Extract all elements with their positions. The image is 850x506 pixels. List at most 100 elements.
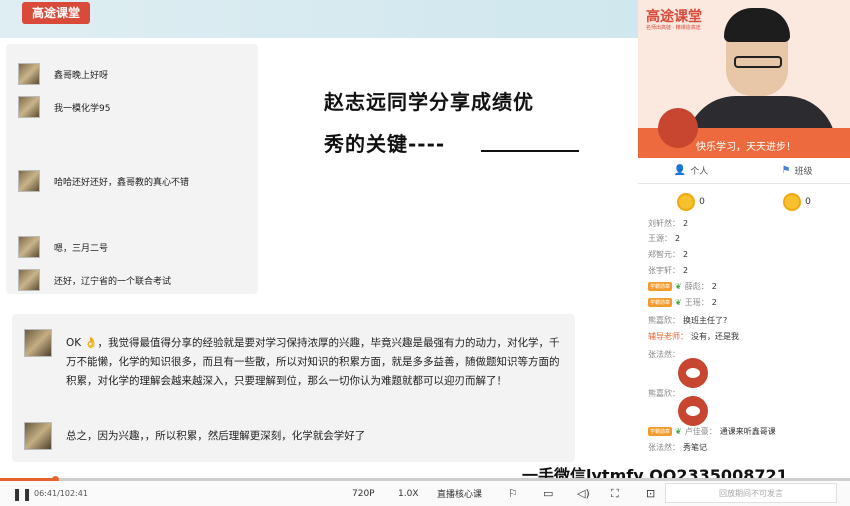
achievement-badge: 学霸勋章	[648, 427, 673, 436]
list-item: 学霸勋章 ❦ 薛彪： 2	[648, 281, 717, 292]
slide-title-line-1: 赵志远同学分享成绩优	[324, 90, 534, 114]
achievement-badge: 学霸勋章	[648, 282, 673, 291]
list-item: 王源： 2	[648, 233, 680, 244]
chat-name: 张法然：	[648, 443, 680, 452]
avatar	[24, 329, 52, 357]
chat-name: 卢佳豪：	[684, 427, 717, 436]
chat-input[interactable]: 回放期间不可发言	[665, 483, 837, 503]
chat-msg: 换班主任了?	[683, 316, 728, 325]
list-item: 学霸勋章 ❦ 王瑶： 2	[648, 297, 717, 308]
video-logo: 高途课堂	[646, 9, 702, 25]
summary-message-text: 总之，因为兴趣，，所以积累，然后理解更深刻，化学就会学好了	[66, 430, 366, 442]
mascot-sticker-icon	[678, 396, 708, 426]
list-item: 刘轩然： 2	[648, 218, 688, 229]
tab-label: 个人	[690, 167, 709, 177]
coin-counter-personal: 0	[638, 186, 744, 218]
slide-header-band	[0, 0, 638, 38]
chat-msg: 2	[683, 250, 689, 259]
chat-list[interactable]: 刘轩然： 2 王源： 2 郑智元： 2 张宇轩： 2 学霸勋章 ❦ 薛彪： 2 …	[638, 218, 850, 478]
chat-message: 哈哈还好还好，鑫哥教的真心不错	[18, 170, 194, 192]
volume-icon[interactable]: ◁)	[577, 481, 590, 506]
mascot-sticker-icon	[678, 358, 708, 388]
coin-value: 0	[699, 197, 705, 207]
side-tabs: 👤 个人 ⚑ 班级	[638, 158, 850, 184]
chat-text: 我一模化学95	[50, 98, 115, 116]
person-icon: 👤	[673, 165, 687, 176]
avatar	[18, 170, 40, 192]
time-readout: 06:41/102:41	[34, 489, 88, 498]
teacher-glasses	[734, 56, 782, 68]
chat-text: 哈哈还好还好，鑫哥教的真心不错	[50, 172, 194, 190]
chat-msg: 没有，还是我	[691, 332, 739, 341]
list-item: 张宇轩： 2	[648, 265, 688, 276]
leaf-icon: ❦	[675, 282, 682, 291]
flag-icon: ⚑	[781, 165, 791, 176]
chat-text: 还好，辽宁省的一个联合考试	[50, 271, 176, 289]
chat-msg: 2	[683, 219, 689, 228]
chat-name: 熊嘉欣：	[648, 316, 680, 325]
course-mode-button[interactable]: 直播核心课	[437, 481, 482, 506]
list-item: 学霸勋章 ❦ 卢佳豪： 通课来听鑫哥课	[648, 426, 776, 437]
tab-label: 班级	[794, 167, 813, 177]
bookmark-icon[interactable]: ⚐	[508, 481, 518, 506]
leaf-icon: ❦	[675, 298, 682, 307]
slide-title-line-2: 秀的关键----	[324, 132, 446, 156]
long-message-text: OK 👌，我觉得最值得分享的经验就是要对学习保持浓厚的兴趣，毕竟兴趣是最强有力的…	[66, 337, 560, 387]
list-item: 辅导老师： 没有，还是我	[648, 331, 739, 342]
chat-msg: 通课来听鑫哥课	[719, 427, 776, 436]
total-time: 102:41	[59, 489, 88, 498]
chat-message: 还好，辽宁省的一个联合考试	[18, 269, 176, 291]
title-blank-underline	[481, 150, 579, 152]
coin-value: 0	[805, 197, 811, 207]
avatar	[18, 269, 40, 291]
tab-personal[interactable]: 👤 个人	[638, 158, 744, 183]
avatar	[24, 422, 52, 450]
chat-msg: 2	[683, 266, 689, 275]
teacher-video: 高途课堂 名师出高徒 · 精课造高途 快乐学习，天天进步！	[638, 0, 850, 158]
speed-button[interactable]: 1.0X	[398, 481, 418, 506]
mascot-icon	[658, 108, 698, 148]
banner-text: 快乐学习，天天进步！	[696, 142, 796, 153]
coin-icon	[783, 193, 802, 211]
teacher-hair	[724, 8, 790, 42]
chat-msg: 2	[711, 282, 717, 291]
chat-name: 熊嘉欣：	[648, 389, 680, 398]
leaf-icon: ❦	[675, 427, 682, 436]
list-item: 张法然：	[648, 349, 680, 360]
chat-name: 张宇轩：	[648, 266, 680, 275]
avatar	[18, 236, 40, 258]
chat-message: 嗯，三月二号	[18, 236, 113, 258]
fullscreen-icon[interactable]: ⛶	[611, 481, 619, 506]
chat-name: 王源：	[648, 234, 672, 243]
chat-name: 薛彪：	[684, 282, 709, 291]
list-item: 郑智元： 2	[648, 249, 688, 260]
chat-name: 王瑶：	[684, 298, 709, 307]
chat-name: 刘轩然：	[648, 219, 680, 228]
avatar	[18, 96, 40, 118]
chat-name: 郑智元：	[648, 250, 680, 259]
coin-row: 0 0	[638, 186, 850, 218]
chat-text: 嗯，三月二号	[50, 238, 113, 256]
chat-text: 鑫哥晚上好呀	[50, 65, 113, 83]
tab-class[interactable]: ⚑ 班级	[744, 158, 850, 183]
coin-icon	[677, 193, 696, 211]
list-item: 张法然： 秀笔记	[648, 442, 707, 453]
teacher-name: 辅导老师：	[648, 332, 688, 341]
coin-counter-class: 0	[744, 186, 850, 218]
chat-name: 张法然：	[648, 350, 680, 359]
avatar	[18, 63, 40, 85]
chat-msg: 秀笔记	[683, 443, 707, 452]
chat-message: 鑫哥晚上好呀	[18, 63, 113, 85]
brand-logo: 高途课堂	[22, 2, 90, 24]
caption-icon[interactable]: ⊡	[646, 481, 655, 506]
quality-button[interactable]: 720P	[352, 481, 375, 506]
screen-icon[interactable]: ▭	[543, 481, 553, 506]
list-item: 熊嘉欣： 换班主任了?	[648, 315, 727, 326]
current-time: 06:41	[34, 489, 58, 498]
video-slogan: 名师出高徒 · 精课造高途	[646, 25, 701, 31]
slide-area: 高途课堂 鑫哥晚上好呀 我一模化学95 哈哈还好还好，鑫哥教的真心不错 嗯，三月…	[0, 0, 638, 478]
chat-message: 我一模化学95	[18, 96, 115, 118]
achievement-badge: 学霸勋章	[648, 298, 673, 307]
pause-button[interactable]: ❚❚	[12, 481, 32, 506]
chat-msg: 2	[711, 298, 717, 307]
